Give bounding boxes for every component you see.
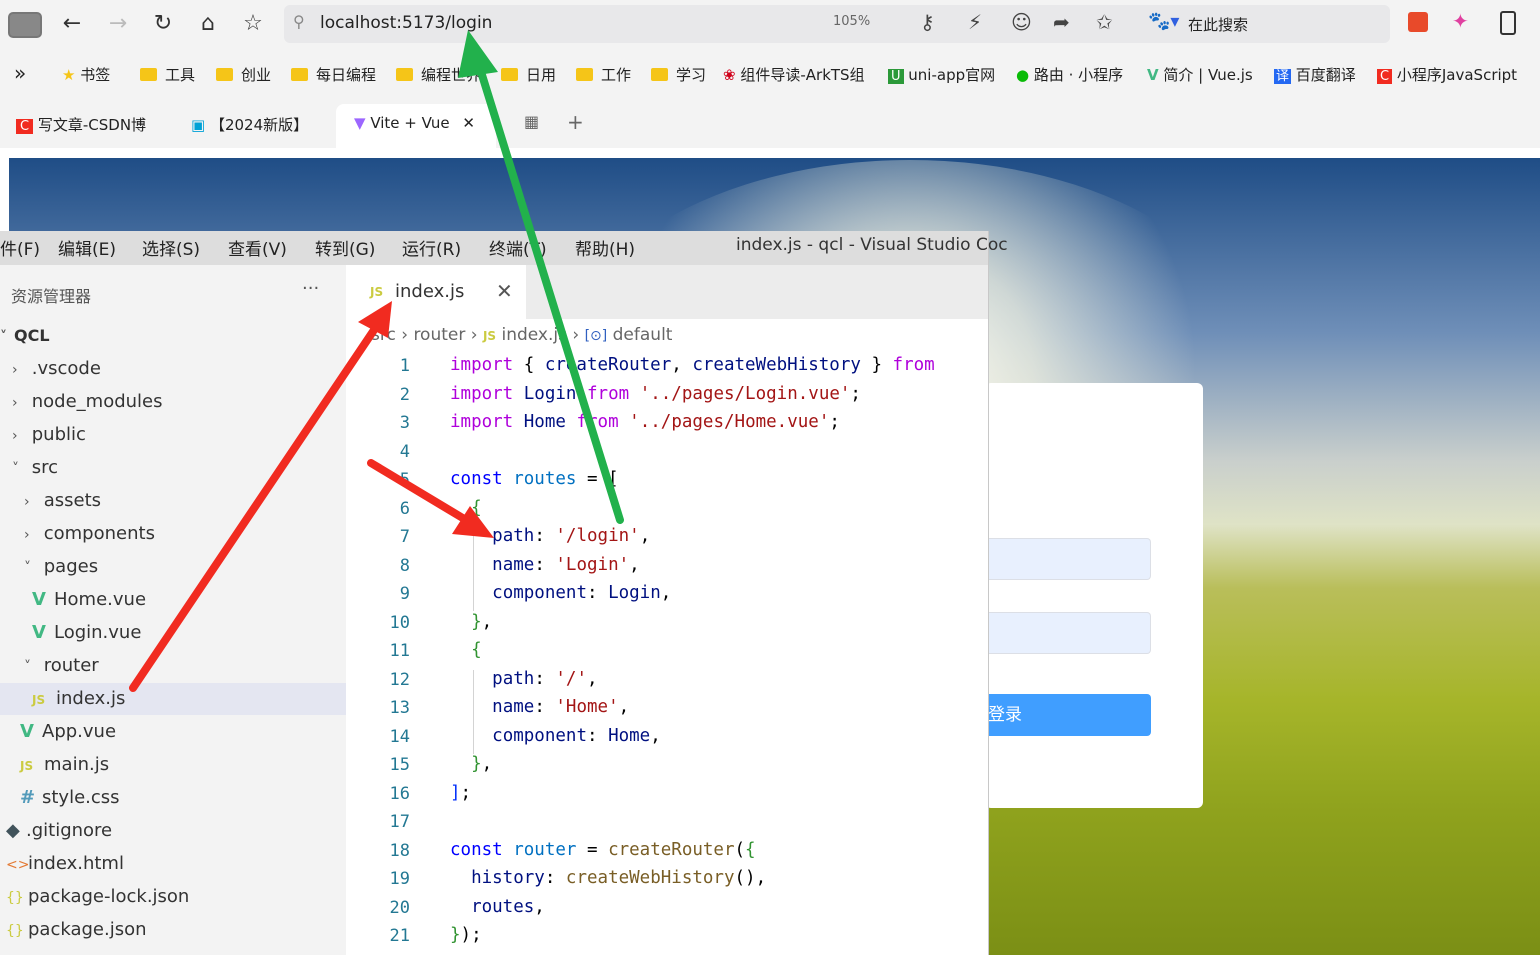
green-arrow-line bbox=[474, 58, 624, 524]
green-arrow bbox=[458, 30, 624, 524]
red-arrow-line bbox=[129, 326, 378, 692]
red-arrow-to-tab bbox=[129, 301, 392, 692]
red-arrow-to-path bbox=[367, 459, 494, 538]
green-arrow-head bbox=[458, 30, 498, 78]
red-arrow-line bbox=[367, 459, 470, 524]
annotation-arrows bbox=[129, 30, 624, 692]
